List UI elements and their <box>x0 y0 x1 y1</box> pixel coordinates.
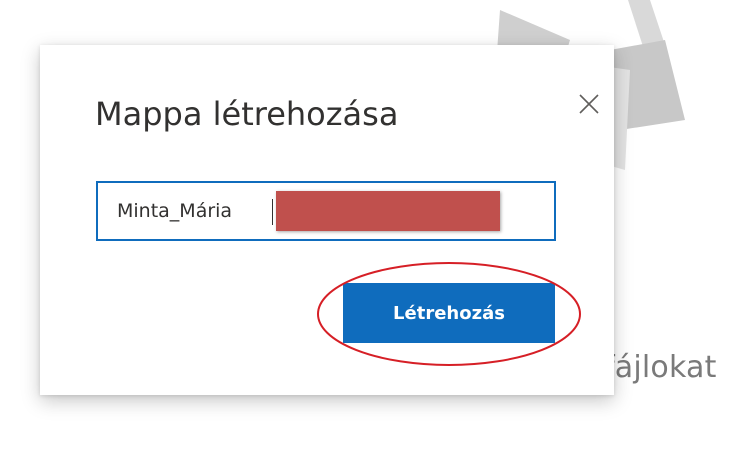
folder-name-field <box>96 181 556 241</box>
text-cursor <box>272 199 273 225</box>
create-button[interactable]: Létrehozás <box>343 283 555 343</box>
redaction-overlay <box>276 191 500 231</box>
dialog-title: Mappa létrehozása <box>95 95 399 133</box>
create-folder-dialog: Mappa létrehozása Létrehozás <box>40 45 614 395</box>
close-button[interactable] <box>569 80 609 120</box>
close-icon <box>579 94 599 114</box>
background-heading-fragment: fájlokat <box>604 350 717 385</box>
